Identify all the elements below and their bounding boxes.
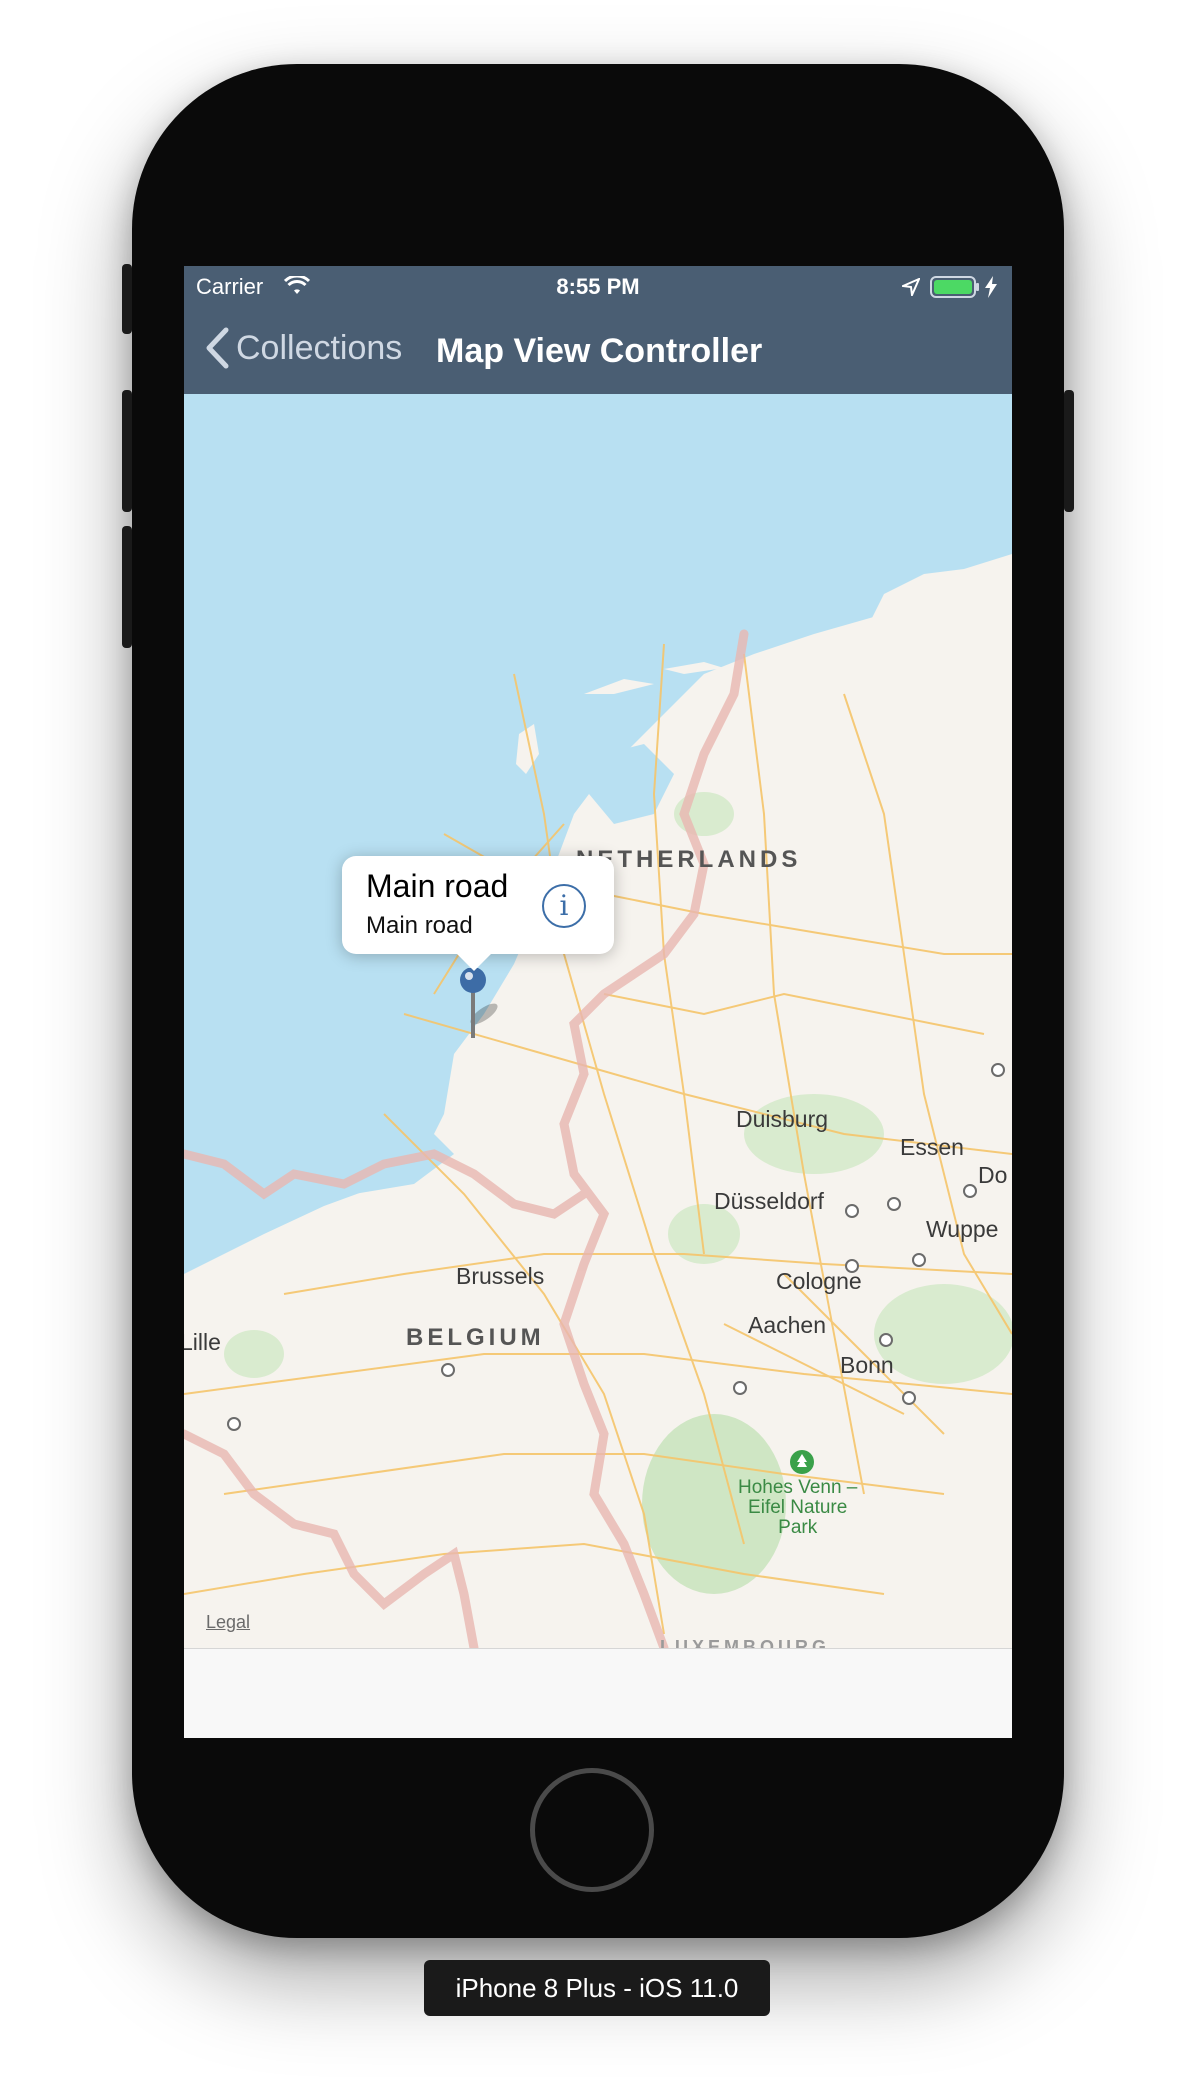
legal-link[interactable]: Legal [206, 1612, 250, 1633]
side-button-volume-down [122, 526, 132, 648]
callout-subtitle: Main road [366, 912, 473, 939]
side-button-volume-up [122, 390, 132, 512]
status-time: 8:55 PM [556, 274, 640, 299]
location-arrow-icon [902, 278, 920, 296]
bottom-toolbar [184, 1648, 1012, 1738]
map-label-park: Hohes Venn – Eifel Nature Park [738, 1477, 858, 1538]
battery-icon [930, 276, 979, 298]
page-title: Map View Controller [436, 332, 763, 370]
chevron-left-icon [206, 327, 229, 369]
park-tree-icon [790, 1450, 814, 1474]
side-button-power [1064, 390, 1074, 512]
city-dots [227, 1063, 1005, 1431]
callout-title: Main road [366, 868, 509, 904]
map-view[interactable]: NETHERLANDS BELGIUM LUXEMBOURG Brussels … [184, 394, 1012, 1648]
back-button-label: Collections [236, 328, 403, 367]
phone-screen: Carrier 8:55 PM Collections Map View Con… [184, 266, 1012, 1738]
back-button[interactable]: Collections [204, 326, 402, 370]
info-button[interactable]: i [542, 884, 586, 928]
pin-icon [460, 968, 498, 1038]
device-label: iPhone 8 Plus - iOS 11.0 [424, 1960, 770, 2016]
status-bar: Carrier 8:55 PM [184, 266, 1012, 308]
map-callout[interactable]: Main road Main road i [342, 856, 614, 954]
info-icon: i [559, 889, 569, 922]
side-button-mute [122, 264, 132, 334]
charging-bolt-icon [985, 276, 997, 298]
home-button[interactable] [530, 1768, 654, 1892]
navigation-bar: Collections Map View Controller [184, 308, 1012, 394]
